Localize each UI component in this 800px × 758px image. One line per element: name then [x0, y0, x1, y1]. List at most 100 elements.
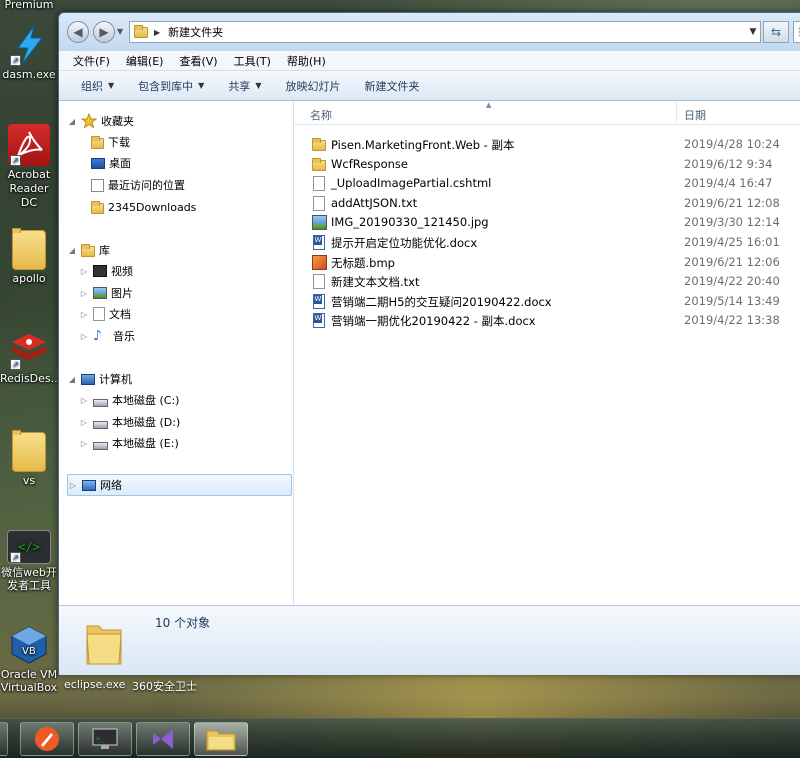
chevron-down-icon: ▼: [108, 81, 115, 90]
nav-item-recent[interactable]: 最近访问的位置: [87, 175, 185, 195]
desktop-icon-label: Oracle VM VirtualBox: [0, 668, 58, 694]
breadcrumb-item[interactable]: 新建文件夹: [168, 24, 223, 40]
nav-item-drive-d[interactable]: ▷ 本地磁盘 (D:): [79, 412, 180, 432]
menu-edit[interactable]: 编辑(E): [118, 53, 172, 69]
wechat-devtools-icon: </> ↗: [7, 530, 51, 564]
collapse-arrow-icon[interactable]: ◢: [67, 117, 77, 126]
file-row[interactable]: addAttJSON.txt 2019/6/21 12:08: [294, 194, 800, 213]
nav-network[interactable]: ▷ 网络: [67, 474, 292, 496]
column-header-row: ▲ 名称 日期: [294, 101, 800, 125]
recent-pages-chevron-icon[interactable]: ▼: [117, 27, 123, 36]
column-header-name[interactable]: 名称: [310, 107, 332, 123]
folder-icon: [12, 228, 46, 270]
start-button[interactable]: [0, 722, 8, 756]
file-name: 营销端二期H5的交互疑问20190422.docx: [331, 294, 552, 309]
share-button[interactable]: 共享 ▼: [216, 78, 273, 94]
menu-file[interactable]: 文件(F): [65, 53, 118, 69]
expand-arrow-icon[interactable]: ▷: [79, 289, 89, 298]
desktop-icon: [91, 157, 105, 169]
computer-icon: [81, 373, 95, 385]
column-header-date[interactable]: 日期: [684, 107, 706, 123]
desktop-icon-apollo[interactable]: apollo: [0, 226, 58, 286]
organize-button[interactable]: 组织 ▼: [69, 78, 126, 94]
nav-item-drive-e[interactable]: ▷ 本地磁盘 (E:): [79, 433, 179, 453]
file-row[interactable]: _UploadImagePartial.cshtml 2019/4/4 16:47: [294, 174, 800, 193]
nav-item-desktop[interactable]: 桌面: [87, 153, 131, 173]
details-pane: 10 个对象: [59, 605, 800, 675]
address-bar[interactable]: ▶ 新建文件夹 ▼: [129, 21, 761, 43]
desktop-icon-label: Acrobat Reader DC: [7, 168, 51, 209]
file-date: 2019/4/25 16:01: [684, 235, 780, 249]
menu-view[interactable]: 查看(V): [171, 53, 225, 69]
drive-icon: [93, 441, 108, 450]
desktop-icon-wechat-devtools[interactable]: </> ↗ 微信web开发者工具: [0, 530, 58, 592]
file-row[interactable]: 新建文本文档.txt 2019/4/22 20:40: [294, 272, 800, 291]
back-button[interactable]: ◀: [67, 21, 89, 43]
nav-item-pictures[interactable]: ▷ 图片: [79, 283, 133, 303]
menu-help[interactable]: 帮助(H): [279, 53, 334, 69]
desktop-label-eclipse[interactable]: eclipse.exe: [64, 678, 125, 691]
desktop-icon-label: dasm.exe: [2, 68, 56, 81]
desktop-icon-virtualbox[interactable]: VB Oracle VM VirtualBox: [0, 624, 58, 694]
nav-item-label: 视频: [111, 265, 133, 278]
expand-arrow-icon[interactable]: ▷: [79, 396, 89, 405]
expand-arrow-icon[interactable]: ▷: [68, 481, 78, 490]
file-name: 提示开启定位功能优化.docx: [331, 236, 478, 250]
nav-item-label: 下载: [108, 136, 130, 149]
nav-item-label: 本地磁盘 (D:): [112, 416, 181, 429]
file-row[interactable]: WcfResponse 2019/6/12 9:34: [294, 155, 800, 174]
nav-item-music[interactable]: ▷ ♪ 音乐: [79, 326, 135, 346]
slideshow-button[interactable]: 放映幻灯片: [273, 78, 352, 94]
file-row[interactable]: 营销端一期优化20190422 - 副本.docx 2019/4/22 13:38: [294, 311, 800, 330]
nav-item-downloads[interactable]: 下载: [87, 132, 130, 152]
new-folder-button[interactable]: 新建文件夹: [352, 78, 431, 94]
file-row[interactable]: 营销端二期H5的交互疑问20190422.docx 2019/5/14 13:49: [294, 292, 800, 311]
expand-arrow-icon[interactable]: ▷: [79, 310, 89, 319]
forward-button[interactable]: ▶: [93, 21, 115, 43]
desktop-icon-vs[interactable]: vs: [0, 428, 58, 488]
doc-file-icon: [313, 195, 325, 211]
nav-computer[interactable]: ◢ 计算机: [67, 369, 132, 389]
music-library-icon: ♪: [93, 328, 102, 344]
menu-tools[interactable]: 工具(T): [226, 53, 279, 69]
taskbar-app-terminal[interactable]: >_: [78, 722, 132, 756]
search-input[interactable]: 搜索: [793, 21, 800, 43]
breadcrumb-separator-icon: ▶: [154, 27, 161, 37]
expand-arrow-icon[interactable]: ▷: [79, 439, 89, 448]
nav-favorites[interactable]: ◢ 收藏夹: [67, 111, 134, 131]
redis-icon: ↗: [8, 328, 50, 370]
desktop-icon-acrobat[interactable]: ↗ Acrobat Reader DC: [0, 124, 58, 210]
nav-item-label: 图片: [111, 287, 133, 300]
file-date: 2019/4/22 13:38: [684, 313, 780, 328]
folder-icon: [91, 201, 104, 214]
collapse-arrow-icon[interactable]: ◢: [67, 375, 77, 384]
nav-item-drive-c[interactable]: ▷ 本地磁盘 (C:): [79, 390, 180, 410]
svg-text:>_: >_: [96, 735, 105, 743]
star-icon: [80, 112, 98, 129]
system-drive-icon: [93, 398, 108, 407]
desktop-icon-redis[interactable]: ↗ RedisDes...: [0, 328, 61, 386]
nav-item-videos[interactable]: ▷ 视频: [79, 261, 133, 281]
file-date: 2019/3/30 12:14: [684, 215, 780, 230]
file-row[interactable]: 提示开启定位功能优化.docx 2019/4/25 16:01: [294, 233, 800, 252]
expand-arrow-icon[interactable]: ▷: [79, 267, 89, 276]
nav-item-2345downloads[interactable]: 2345Downloads: [87, 197, 196, 217]
expand-arrow-icon[interactable]: ▷: [79, 332, 89, 341]
explorer-icon: [206, 730, 236, 751]
expand-arrow-icon[interactable]: ▷: [79, 418, 89, 427]
taskbar-app-browser[interactable]: [20, 722, 74, 756]
taskbar-app-explorer[interactable]: [194, 722, 248, 756]
nav-item-documents[interactable]: ▷ 文档: [79, 304, 131, 324]
file-row[interactable]: IMG_20190330_121450.jpg 2019/3/30 12:14: [294, 213, 800, 232]
refresh-button[interactable]: ⇆: [763, 21, 789, 43]
desktop-icon-dasm[interactable]: ↗ dasm.exe: [0, 24, 58, 82]
collapse-arrow-icon[interactable]: ◢: [67, 246, 77, 255]
column-divider[interactable]: [676, 101, 677, 125]
address-dropdown-icon[interactable]: ▼: [746, 27, 760, 37]
nav-libraries[interactable]: ◢ 库: [67, 240, 110, 260]
file-row[interactable]: 无标题.bmp 2019/6/21 12:06: [294, 253, 800, 272]
desktop-label-360[interactable]: 360安全卫士: [132, 678, 197, 694]
include-in-library-button[interactable]: 包含到库中 ▼: [126, 78, 216, 94]
file-row[interactable]: Pisen.MarketingFront.Web - 副本 2019/4/28 1…: [294, 135, 800, 154]
taskbar-app-visual-studio[interactable]: [136, 722, 190, 756]
